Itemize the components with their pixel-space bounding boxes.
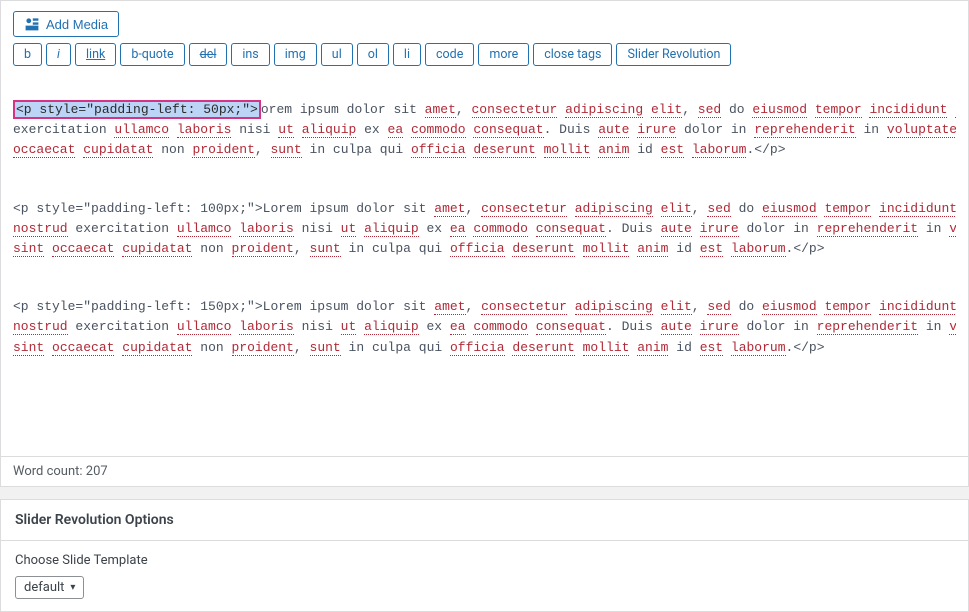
editor-paragraph-3: <p style="padding-left: 150px;">Lorem ip… — [13, 297, 956, 357]
quicktags-toolbar: b i link b-quote del ins img ul ol li co… — [1, 43, 968, 74]
template-select[interactable]: default ▾ — [15, 576, 84, 599]
qt-bquote[interactable]: b-quote — [120, 43, 184, 66]
qt-bold[interactable]: b — [13, 43, 42, 66]
editor-paragraph-2: <p style="padding-left: 100px;">Lorem ip… — [13, 199, 956, 259]
qt-del[interactable]: del — [189, 43, 228, 66]
qt-link-label: link — [86, 47, 105, 62]
options-heading: Slider Revolution Options — [1, 500, 968, 541]
qt-link[interactable]: link — [75, 43, 116, 66]
add-media-label: Add Media — [46, 17, 108, 32]
template-value: default — [24, 580, 64, 595]
qt-ul[interactable]: ul — [321, 43, 353, 66]
text-editor[interactable]: <p style="padding-left: 50px;">orem ipsu… — [1, 74, 968, 456]
qt-more[interactable]: more — [478, 43, 529, 66]
qt-code[interactable]: code — [425, 43, 474, 66]
template-label: Choose Slide Template — [15, 553, 954, 568]
qt-img[interactable]: img — [274, 43, 317, 66]
qt-italic[interactable]: i — [46, 43, 71, 66]
qt-ins[interactable]: ins — [231, 43, 269, 66]
qt-italic-label: i — [57, 47, 60, 62]
qt-ol[interactable]: ol — [357, 43, 389, 66]
slider-revolution-options-panel: Slider Revolution Options Choose Slide T… — [0, 499, 969, 612]
qt-li[interactable]: li — [393, 43, 421, 66]
word-count: Word count: 207 — [1, 456, 968, 486]
chevron-down-icon: ▾ — [70, 582, 75, 593]
highlighted-tag: <p style="padding-left: 50px;"> — [13, 100, 261, 119]
top-toolbar-area: Add Media — [1, 1, 968, 43]
editor-panel: Add Media b i link b-quote del ins img u… — [0, 0, 969, 487]
editor-paragraph-1: <p style="padding-left: 50px;">orem ipsu… — [13, 100, 956, 160]
qt-slider-revolution[interactable]: Slider Revolution — [616, 43, 731, 66]
media-icon — [24, 16, 40, 32]
add-media-button[interactable]: Add Media — [13, 11, 119, 37]
qt-close-tags[interactable]: close tags — [533, 43, 612, 66]
